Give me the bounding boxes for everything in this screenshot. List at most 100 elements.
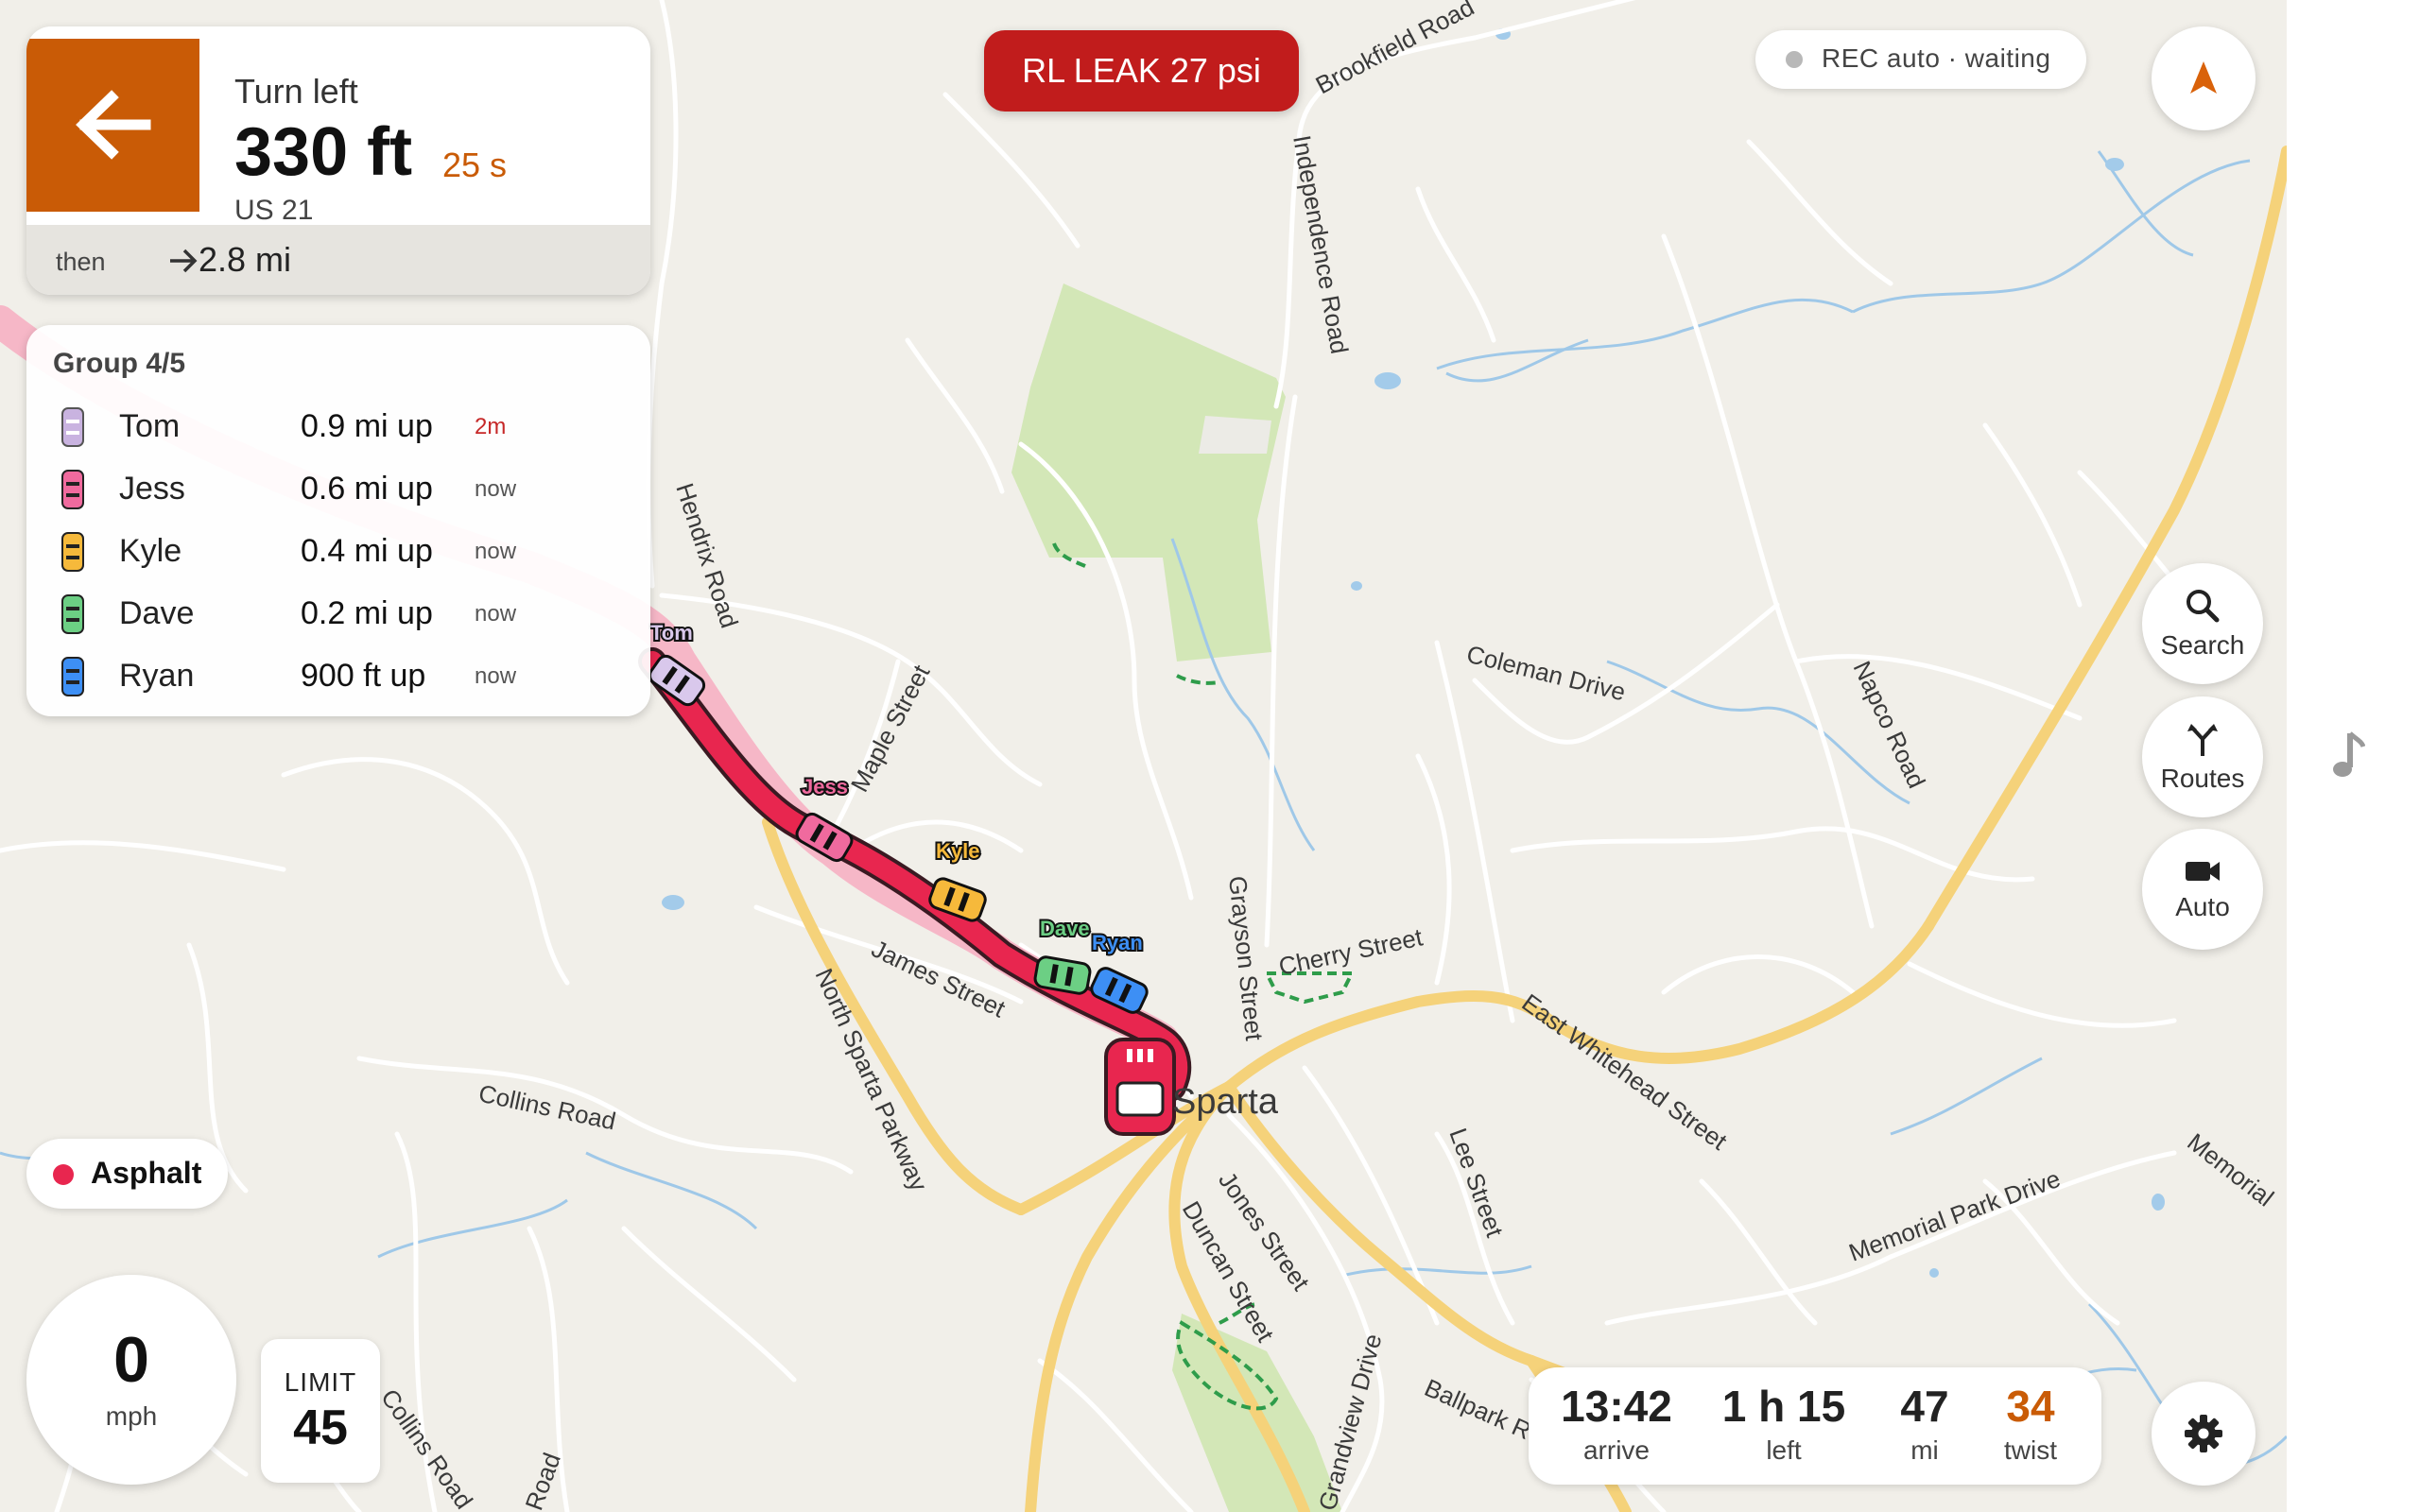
member-updated: now bbox=[475, 539, 517, 564]
speed-limit-value: 45 bbox=[293, 1400, 348, 1455]
recording-status[interactable]: REC auto · waiting bbox=[1755, 30, 2086, 89]
speed-limit-sign: LIMIT 45 bbox=[261, 1339, 380, 1483]
member-name: Dave bbox=[119, 595, 195, 631]
time-left-value: 1 h 15 bbox=[1721, 1382, 1846, 1431]
member-marker-jess[interactable] bbox=[794, 811, 855, 864]
member-updated: now bbox=[475, 601, 517, 627]
time-left-label: left bbox=[1766, 1435, 1802, 1465]
street-label: Grayson Street bbox=[1223, 874, 1269, 1042]
speed-unit: mph bbox=[105, 1401, 158, 1431]
map-tag-jess: Jess bbox=[802, 775, 848, 799]
turn-instruction-card[interactable]: Turn left 330 ft 25 s US 21 then 2.8 mi bbox=[26, 26, 650, 295]
group-member-row[interactable]: Dave 0.2 mi up now bbox=[26, 586, 650, 643]
maneuver-time: 25 s bbox=[442, 146, 508, 184]
street-label: Grandview Drive bbox=[1313, 1331, 1388, 1512]
current-location-vehicle-icon bbox=[1104, 1038, 1176, 1136]
trip-summary[interactable]: 13:42 arrive 1 h 15 left 47 mi 34 twist bbox=[1529, 1367, 2101, 1485]
navigation-arrow-icon bbox=[2190, 61, 2217, 94]
group-header: Group 4/5 bbox=[53, 348, 186, 379]
member-name: Jess bbox=[119, 471, 185, 507]
gear-icon bbox=[2185, 1415, 2222, 1452]
street-label: Memorial bbox=[2182, 1127, 2279, 1211]
alert-text: RL LEAK 27 psi bbox=[1022, 51, 1261, 90]
car-icon bbox=[61, 470, 84, 509]
member-distance: 0.9 mi up bbox=[301, 408, 433, 444]
map-tag-kyle: Kyle bbox=[936, 839, 979, 863]
member-updated: now bbox=[475, 663, 517, 689]
maneuver-distance: 330 ft bbox=[234, 114, 413, 190]
street-label: Road bbox=[519, 1449, 565, 1512]
map-tag-tom: Tom bbox=[650, 621, 693, 644]
group-member-row[interactable]: Kyle 0.4 mi up now bbox=[26, 524, 650, 580]
tire-pressure-alert[interactable]: RL LEAK 27 psi bbox=[984, 30, 1299, 112]
distance-left-label: mi bbox=[1910, 1435, 1939, 1465]
routes-button[interactable]: Routes bbox=[2142, 696, 2263, 817]
group-member-row[interactable]: Tom 0.9 mi up 2m bbox=[26, 399, 650, 455]
street-label: Memorial Park Drive bbox=[1845, 1164, 2065, 1267]
speed-limit-label: LIMIT bbox=[284, 1367, 357, 1397]
twist-value: 34 bbox=[2006, 1382, 2055, 1431]
member-updated: now bbox=[475, 476, 517, 502]
arrow-right-icon bbox=[170, 249, 198, 273]
member-name: Ryan bbox=[119, 658, 195, 694]
street-label: Napco Road bbox=[1848, 657, 1931, 793]
twist-label: twist bbox=[2004, 1435, 2057, 1465]
street-label: Brookfield Road bbox=[1311, 0, 1478, 99]
member-distance: 0.4 mi up bbox=[301, 533, 433, 569]
routes-fork-icon bbox=[2187, 724, 2218, 756]
search-icon bbox=[2187, 590, 2220, 623]
car-icon bbox=[61, 407, 84, 447]
street-label: Maple Street bbox=[845, 660, 936, 797]
group-panel[interactable]: Group 4/5 Tom 0.9 mi up 2m Jess 0.6 mi u… bbox=[26, 325, 650, 716]
street-label: Collins Road bbox=[476, 1079, 618, 1136]
surface-color-dot bbox=[53, 1164, 74, 1185]
music-note-icon[interactable] bbox=[2331, 731, 2365, 782]
road-surface-badge[interactable]: Asphalt bbox=[26, 1139, 228, 1209]
search-label: Search bbox=[2160, 630, 2245, 660]
street-label: Lee Street bbox=[1443, 1125, 1509, 1242]
twist-stat: 34 twist bbox=[1988, 1384, 2073, 1466]
arrival-label: arrive bbox=[1582, 1435, 1650, 1465]
member-name: Kyle bbox=[119, 533, 182, 569]
member-distance: 0.6 mi up bbox=[301, 471, 433, 507]
distance-stat: 47 mi bbox=[1892, 1384, 1958, 1466]
arrival-time: 13:42 bbox=[1561, 1382, 1672, 1431]
group-member-row[interactable]: Jess 0.6 mi up now bbox=[26, 461, 650, 518]
street-label: East Whitehead Street bbox=[1516, 988, 1733, 1157]
search-button[interactable]: Search bbox=[2142, 563, 2263, 684]
town-label: Sparta bbox=[1172, 1082, 1279, 1122]
video-camera-icon bbox=[2186, 862, 2220, 881]
car-icon bbox=[61, 657, 84, 696]
map-tag-dave: Dave bbox=[1040, 917, 1090, 940]
recording-status-text: REC auto · waiting bbox=[1822, 43, 2051, 73]
street-label: Independence Road bbox=[1288, 133, 1354, 356]
speedometer: 0 mph bbox=[26, 1275, 236, 1485]
auto-record-button[interactable]: Auto bbox=[2142, 829, 2263, 950]
recenter-button[interactable] bbox=[2152, 26, 2256, 130]
recording-dot-icon bbox=[1786, 51, 1803, 68]
then-distance: 2.8 mi bbox=[199, 240, 292, 279]
maneuver-text: Turn left bbox=[234, 72, 358, 111]
turn-arrow-tile bbox=[26, 39, 199, 212]
time-left-stat: 1 h 15 left bbox=[1713, 1384, 1855, 1466]
maneuver-road: US 21 bbox=[234, 195, 314, 226]
turn-left-arrow-icon bbox=[76, 90, 151, 160]
next-maneuver-row: then 2.8 mi bbox=[26, 225, 650, 295]
surface-label: Asphalt bbox=[91, 1156, 202, 1190]
routes-label: Routes bbox=[2160, 764, 2245, 793]
member-updated: 2m bbox=[475, 414, 507, 439]
highways bbox=[762, 146, 2287, 1512]
distance-left-value: 47 bbox=[1900, 1382, 1949, 1431]
speed-value: 0 bbox=[113, 1324, 149, 1396]
street-label: Collins Road bbox=[375, 1383, 478, 1512]
auto-label: Auto bbox=[2175, 892, 2230, 921]
then-label: then bbox=[56, 248, 106, 276]
member-distance: 900 ft up bbox=[301, 658, 426, 694]
car-icon bbox=[61, 532, 84, 572]
arrival-stat: 13:42 arrive bbox=[1555, 1384, 1678, 1466]
settings-button[interactable] bbox=[2152, 1382, 2256, 1486]
member-name: Tom bbox=[119, 408, 181, 444]
car-icon bbox=[61, 594, 84, 634]
group-member-row[interactable]: Ryan 900 ft up now bbox=[26, 648, 650, 705]
park-clearing bbox=[1199, 416, 1271, 454]
